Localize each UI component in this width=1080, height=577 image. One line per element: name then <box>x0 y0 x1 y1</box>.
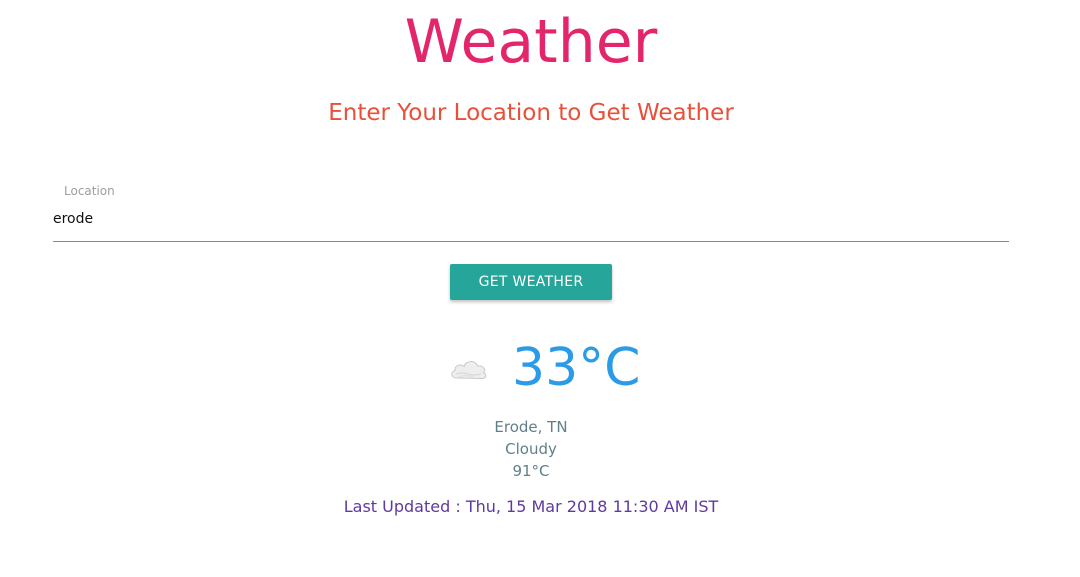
page-title: Weather <box>404 7 658 77</box>
location-name: Erode, TN <box>494 418 568 436</box>
location-input[interactable] <box>53 208 993 230</box>
page-subtitle: Enter Your Location to Get Weather <box>328 100 734 126</box>
weather-page: Weather Enter Your Location to Get Weath… <box>0 0 1080 577</box>
get-weather-button[interactable]: GET WEATHER <box>450 264 612 300</box>
temperature-secondary: 91°C <box>512 462 550 480</box>
weather-condition: Cloudy <box>505 440 557 458</box>
temperature-display: 33°C <box>512 338 641 398</box>
cloud-icon <box>451 361 487 380</box>
last-updated: Last Updated : Thu, 15 Mar 2018 11:30 AM… <box>343 497 719 516</box>
location-field: Location <box>53 182 1009 242</box>
location-label: Location <box>64 184 115 198</box>
